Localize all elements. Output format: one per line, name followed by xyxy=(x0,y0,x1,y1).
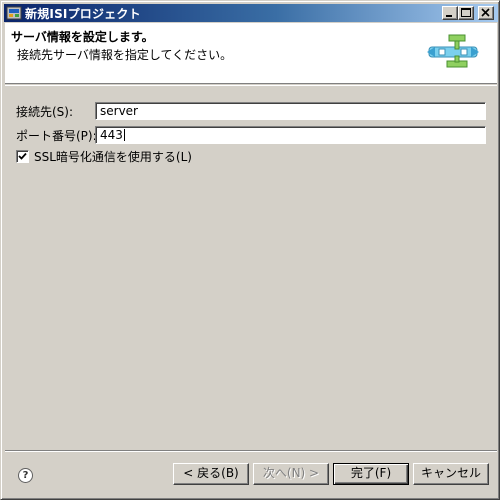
close-icon xyxy=(481,8,490,17)
banner-divider xyxy=(5,85,497,86)
close-button[interactable] xyxy=(478,6,494,20)
ssl-checkbox-label[interactable]: SSL暗号化通信を使用する(L) xyxy=(34,148,192,165)
app-icon xyxy=(6,5,22,21)
host-input-value: server xyxy=(100,104,138,118)
ssl-checkbox[interactable] xyxy=(16,150,29,163)
wizard-banner: サーバ情報を設定します。 接続先サーバ情報を指定してください。 xyxy=(5,23,497,84)
button-bar-divider xyxy=(5,450,497,452)
cancel-button[interactable]: キャンセル xyxy=(413,463,489,485)
port-input[interactable]: 443 xyxy=(95,126,486,144)
maximize-button[interactable] xyxy=(458,6,474,20)
host-label: 接続先(S): xyxy=(16,105,74,119)
title-bar[interactable]: 新規ISIプロジェクト xyxy=(4,4,498,22)
next-button[interactable]: 次へ(N) > xyxy=(253,463,329,485)
banner-description: 接続先サーバ情報を指定してください。 xyxy=(17,48,233,62)
host-input[interactable]: server xyxy=(95,102,486,120)
finish-button[interactable]: 完了(F) xyxy=(333,463,409,485)
port-label: ポート番号(P): xyxy=(16,129,97,143)
help-icon[interactable]: ? xyxy=(18,468,33,483)
new-project-dialog: 新規ISIプロジェクト サーバ情報を設定します。 接続先サーバ情報を指定してくだ… xyxy=(0,0,500,500)
minimize-icon xyxy=(446,15,452,17)
minimize-button[interactable] xyxy=(442,6,458,20)
port-input-value: 443 xyxy=(100,128,123,142)
banner-title: サーバ情報を設定します。 xyxy=(11,30,154,44)
text-cursor xyxy=(123,129,125,141)
maximize-icon xyxy=(461,8,471,17)
server-connection-icon xyxy=(427,34,479,68)
window-title: 新規ISIプロジェクト xyxy=(25,6,141,21)
back-button[interactable]: < 戻る(B) xyxy=(173,463,249,485)
checkmark-icon xyxy=(18,152,27,160)
